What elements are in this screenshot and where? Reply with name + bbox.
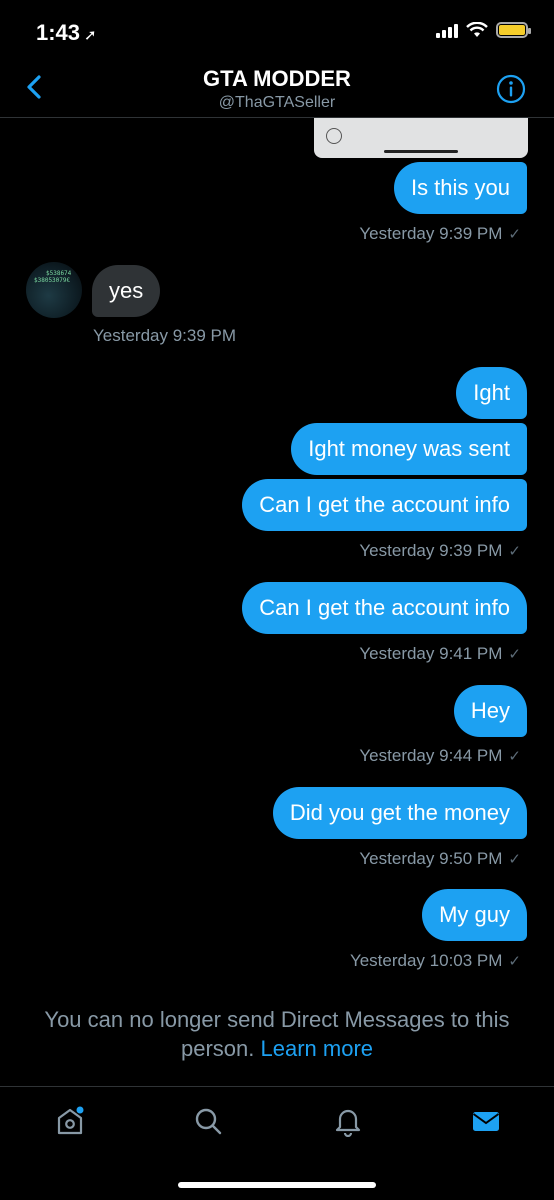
- message-timestamp: Yesterday 9:44 PM ✓: [359, 746, 521, 766]
- message-bubble-outgoing[interactable]: Is this you: [393, 162, 527, 214]
- battery-icon: [496, 22, 531, 38]
- message-bubble-incoming[interactable]: yes: [92, 265, 161, 317]
- sent-check-icon: ✓: [508, 646, 521, 663]
- tab-bar: [0, 1086, 554, 1158]
- home-indicator[interactable]: [178, 1182, 376, 1188]
- sent-check-icon: ✓: [508, 543, 521, 560]
- timestamp-text: Yesterday 9:50 PM: [359, 849, 503, 868]
- message-bubble-outgoing[interactable]: Can I get the account info: [242, 479, 527, 531]
- search-icon[interactable]: [192, 1105, 224, 1137]
- home-icon[interactable]: [54, 1105, 86, 1137]
- conversation-handle: @ThaGTASeller: [218, 94, 336, 111]
- message-bubble-outgoing[interactable]: Can I get the account info: [242, 582, 527, 634]
- sent-check-icon: ✓: [508, 953, 521, 970]
- clock: 1:43: [36, 20, 81, 45]
- message-timestamp: Yesterday 9:50 PM ✓: [359, 849, 521, 869]
- message-timestamp: Yesterday 9:39 PM: [93, 326, 237, 345]
- info-icon[interactable]: [496, 74, 526, 104]
- message-timestamp: Yesterday 9:39 PM ✓: [359, 224, 521, 244]
- message-bubble-outgoing[interactable]: Did you get the money: [272, 787, 527, 839]
- dm-screen: 1:43 ➚ GTA MODDER @ThaGTASeller Is this y…: [0, 0, 554, 1200]
- attachment-preview[interactable]: [314, 118, 528, 158]
- avatar-text-2: $38053079€: [34, 277, 71, 284]
- message-bubble-outgoing[interactable]: Ight money was sent: [291, 423, 527, 475]
- bell-icon[interactable]: [332, 1105, 364, 1137]
- timestamp-text: Yesterday 9:41 PM: [359, 644, 503, 663]
- timestamp-text: Yesterday 9:44 PM: [359, 746, 503, 765]
- message-timestamp: Yesterday 9:41 PM ✓: [359, 644, 521, 664]
- emoji-icon: [326, 128, 342, 144]
- sent-check-icon: ✓: [508, 748, 521, 765]
- timestamp-text: Yesterday 9:39 PM: [359, 541, 503, 560]
- location-arrow-icon: ➚: [84, 27, 97, 44]
- notice-line-1: You can no longer send Direct Messages t…: [44, 1007, 510, 1032]
- cellular-signal-icon: [436, 22, 458, 38]
- mail-icon[interactable]: [470, 1105, 502, 1137]
- conversation-header: GTA MODDER @ThaGTASeller: [0, 60, 554, 118]
- avatar-text-1: $538674: [46, 270, 72, 277]
- wifi-icon: [466, 22, 488, 37]
- timestamp-text: Yesterday 9:39 PM: [359, 224, 503, 243]
- message-bubble-outgoing[interactable]: Hey: [453, 685, 527, 737]
- learn-more-link[interactable]: Learn more: [261, 1036, 374, 1061]
- notice-line-2: person.: [180, 1036, 255, 1061]
- dm-disabled-notice: You can no longer send Direct Messages t…: [0, 1005, 554, 1063]
- timestamp-text: Yesterday 10:03 PM: [349, 951, 503, 970]
- avatar[interactable]: $538674 $38053079€: [26, 262, 82, 318]
- message-bubble-outgoing[interactable]: My guy: [422, 889, 527, 941]
- message-timestamp: Yesterday 10:03 PM ✓: [350, 951, 521, 971]
- conversation-title: GTA MODDER: [203, 66, 351, 91]
- message-bubble-outgoing[interactable]: Ight: [456, 367, 527, 419]
- home-bar-preview: [384, 150, 458, 153]
- status-icons: [436, 22, 531, 38]
- status-time: 1:43 ➚: [36, 20, 97, 46]
- sent-check-icon: ✓: [508, 226, 521, 243]
- message-timestamp: Yesterday 9:39 PM ✓: [359, 541, 521, 561]
- sent-check-icon: ✓: [508, 851, 521, 868]
